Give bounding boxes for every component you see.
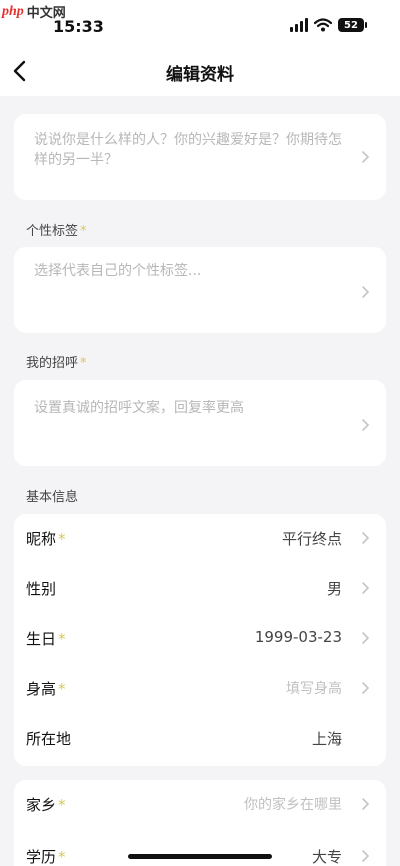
row-label: 所在地 bbox=[26, 730, 72, 748]
row-label: 家乡 * bbox=[26, 796, 66, 814]
chevron-right-icon bbox=[362, 151, 370, 163]
tags-placeholder: 选择代表自己的个性标签... bbox=[34, 263, 202, 279]
greeting-section-label: 我的招呼 * bbox=[26, 356, 87, 371]
required-star: * bbox=[58, 530, 66, 548]
chevron-right-icon bbox=[362, 582, 370, 594]
chevron-right-icon bbox=[362, 632, 370, 644]
height-value: 填写身高 bbox=[286, 681, 342, 697]
education-row[interactable]: 学历 * 大专 bbox=[14, 832, 386, 866]
location-value: 上海 bbox=[311, 730, 342, 748]
self-intro-field[interactable]: 说说你是什么样的人？你的兴趣爱好是？你期待怎样的另一半？ bbox=[14, 114, 386, 200]
required-star: * bbox=[58, 630, 66, 648]
row-label: 身高 * bbox=[26, 680, 66, 698]
row-label: 学历 * bbox=[26, 848, 66, 866]
gender-row[interactable]: 性别 男 bbox=[14, 564, 386, 612]
row-label: 性别 bbox=[26, 580, 57, 598]
page-title: 编辑资料 bbox=[166, 65, 234, 85]
chevron-right-icon bbox=[362, 682, 370, 694]
education-value: 大专 bbox=[311, 848, 342, 866]
chevron-right-icon bbox=[362, 286, 370, 298]
self-intro-placeholder: 说说你是什么样的人？你的兴趣爱好是？你期待怎样的另一半？ bbox=[34, 132, 342, 168]
greeting-field[interactable]: 设置真诚的招呼文案，回复率更高 bbox=[14, 380, 386, 466]
status-time: 15:33 bbox=[53, 17, 104, 36]
chevron-right-icon bbox=[362, 798, 370, 810]
nickname-value: 平行终点 bbox=[281, 530, 342, 548]
battery-icon: 52 bbox=[338, 18, 367, 32]
basic-info-card: 昵称 * 平行终点 性别 男 生日 * 1999-03-23 身高 * 填写身高 所在… bbox=[14, 514, 386, 766]
status-bar: php 中文网 15:33 52 bbox=[0, 0, 400, 46]
nickname-row[interactable]: 昵称 * 平行终点 bbox=[14, 514, 386, 562]
chevron-right-icon bbox=[362, 419, 370, 431]
hometown-row[interactable]: 家乡 * 你的家乡在哪里 bbox=[14, 780, 386, 828]
wifi-icon bbox=[314, 18, 332, 32]
required-star: * bbox=[58, 680, 66, 698]
chevron-right-icon bbox=[362, 850, 370, 862]
nav-bar: 编辑资料 bbox=[0, 46, 400, 96]
tags-section-label: 个性标签 * bbox=[26, 224, 87, 239]
location-row[interactable]: 所在地 上海 bbox=[14, 714, 386, 762]
chevron-right-icon bbox=[362, 532, 370, 544]
system-icons: 52 bbox=[290, 18, 367, 32]
row-label: 昵称 * bbox=[26, 530, 66, 548]
gender-value: 男 bbox=[326, 580, 342, 598]
tags-field[interactable]: 选择代表自己的个性标签... bbox=[14, 247, 386, 333]
required-star: * bbox=[80, 224, 87, 239]
required-star: * bbox=[58, 848, 66, 866]
height-row[interactable]: 身高 * 填写身高 bbox=[14, 664, 386, 712]
basic-info-label: 基本信息 bbox=[26, 490, 79, 505]
hometown-value: 你的家乡在哪里 bbox=[244, 797, 342, 813]
home-indicator[interactable] bbox=[128, 854, 272, 859]
watermark-php: php bbox=[2, 3, 24, 19]
profile-form[interactable]: 说说你是什么样的人？你的兴趣爱好是？你期待怎样的另一半？ 个性标签 * 选择代表自… bbox=[0, 96, 400, 866]
greeting-placeholder: 设置真诚的招呼文案，回复率更高 bbox=[34, 400, 244, 416]
required-star: * bbox=[58, 796, 66, 814]
required-star: * bbox=[80, 356, 87, 371]
signal-icon bbox=[290, 18, 308, 32]
row-label: 生日 * bbox=[26, 630, 66, 648]
birthday-row[interactable]: 生日 * 1999-03-23 bbox=[14, 614, 386, 662]
birthday-value: 1999-03-23 bbox=[254, 628, 342, 646]
